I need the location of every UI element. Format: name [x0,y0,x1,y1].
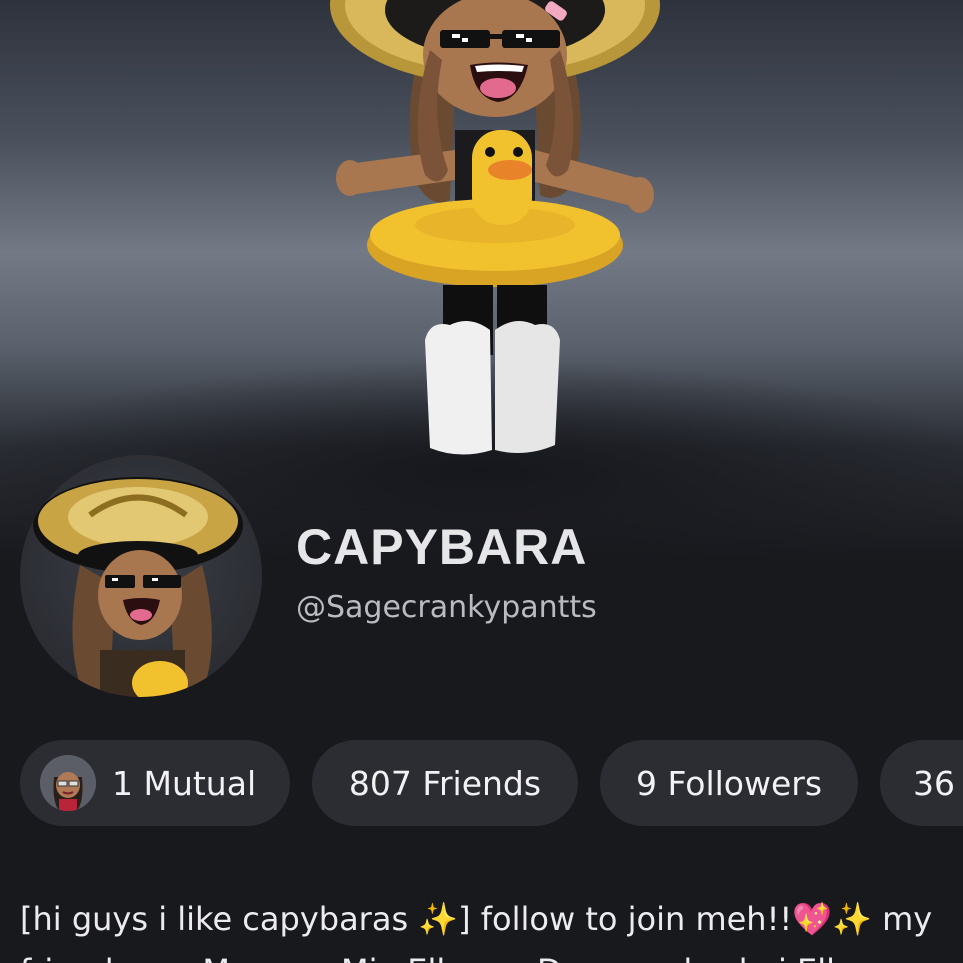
profile-headshot-icon [33,477,243,697]
display-name: CAPYBARA [296,519,588,575]
bio-text-line2: friends are Mommy Mia Elly ara Dogg and … [20,945,916,963]
followers-count: 9 Followers [635,763,823,803]
username: @Sagecrankypantts [296,590,597,625]
followers-chip[interactable]: 9 Followers [600,740,858,826]
mutual-count: 1 Mutual [112,763,257,803]
friends-count: 807 Friends [348,763,542,803]
mutual-friend-avatar-icon [40,755,96,811]
following-chip[interactable]: 36 [880,740,963,826]
profile-page: CAPYBARA @Sagecrankypantts 1 Mutual 807 … [0,0,963,963]
following-count: 36 [913,763,955,803]
avatar-3d-figure-icon [330,0,660,455]
profile-avatar[interactable] [20,455,262,697]
friends-chip[interactable]: 807 Friends [312,740,578,826]
bio-text: [hi guys i like capybaras ✨] follow to j… [20,900,933,938]
mutual-chip[interactable]: 1 Mutual [20,740,290,826]
